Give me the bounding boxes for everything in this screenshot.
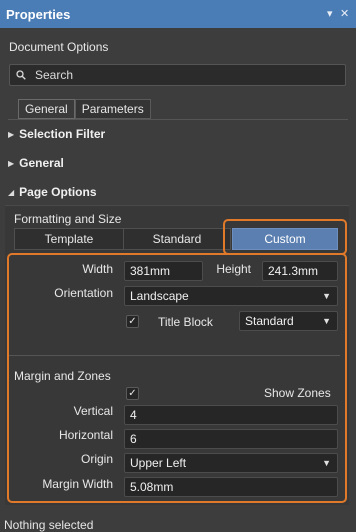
vertical-label: Vertical <box>73 404 113 418</box>
origin-label: Origin <box>80 452 113 466</box>
margin-width-label: Margin Width <box>42 477 113 491</box>
title-block-value: Standard <box>245 314 294 328</box>
expand-arrow-icon: ▶ <box>8 158 15 168</box>
title-block-dropdown[interactable]: Standard ▼ <box>239 311 338 331</box>
section-selection-filter[interactable]: ▶ Selection Filter <box>8 127 105 141</box>
search-input[interactable]: Search <box>9 64 346 86</box>
tab-bar: General Parameters <box>18 99 151 119</box>
mode-standard-button[interactable]: Standard <box>123 228 231 250</box>
section-page-options[interactable]: ◢ Page Options <box>8 185 97 199</box>
search-icon <box>16 70 26 80</box>
margin-width-field[interactable]: 5.08mm <box>124 477 338 497</box>
width-field[interactable]: 381mm <box>124 261 203 281</box>
orientation-value: Landscape <box>130 289 189 303</box>
horizontal-label: Horizontal <box>58 428 113 442</box>
chevron-down-icon: ▼ <box>322 458 331 468</box>
section-label: General <box>19 156 64 170</box>
horizontal-field[interactable]: 6 <box>124 429 338 449</box>
orientation-label: Orientation <box>54 286 113 300</box>
section-label: Selection Filter <box>19 127 106 141</box>
search-placeholder: Search <box>35 68 74 82</box>
mode-custom-button[interactable]: Custom <box>232 228 338 250</box>
title-block-label: Title Block <box>158 315 213 329</box>
tab-underline <box>8 119 348 120</box>
title-bar: Properties ▾ ✕ <box>0 0 356 28</box>
panel-title: Properties <box>6 6 71 22</box>
section-divider <box>8 355 340 356</box>
orientation-dropdown[interactable]: Landscape ▼ <box>124 286 338 306</box>
margin-zones-label: Margin and Zones <box>14 369 111 383</box>
vertical-field[interactable]: 4 <box>124 405 338 425</box>
collapse-arrow-icon: ◢ <box>8 187 15 197</box>
height-field[interactable]: 241.3mm <box>262 261 338 281</box>
chevron-down-icon: ▼ <box>322 291 331 301</box>
pin-dropdown-icon[interactable]: ▾ <box>327 7 333 21</box>
origin-dropdown[interactable]: Upper Left ▼ <box>124 453 338 473</box>
section-label: Page Options <box>19 185 97 199</box>
title-block-checkbox[interactable]: ✓ <box>126 315 139 328</box>
tab-parameters[interactable]: Parameters <box>74 99 151 119</box>
expand-arrow-icon: ▶ <box>8 129 15 139</box>
show-zones-label: Show Zones <box>264 386 331 400</box>
chevron-down-icon: ▼ <box>322 316 331 326</box>
width-label: Width <box>82 262 113 276</box>
mode-template-button[interactable]: Template <box>14 228 124 250</box>
close-icon[interactable]: ✕ <box>340 7 349 21</box>
section-general[interactable]: ▶ General <box>8 156 64 170</box>
formatting-size-label: Formatting and Size <box>14 212 122 226</box>
height-label: Height <box>216 262 251 276</box>
show-zones-checkbox[interactable]: ✓ <box>126 387 139 400</box>
status-bar-text: Nothing selected <box>4 518 94 532</box>
origin-value: Upper Left <box>130 456 187 470</box>
tab-general[interactable]: General <box>18 99 75 119</box>
document-options-heading: Document Options <box>9 40 109 54</box>
